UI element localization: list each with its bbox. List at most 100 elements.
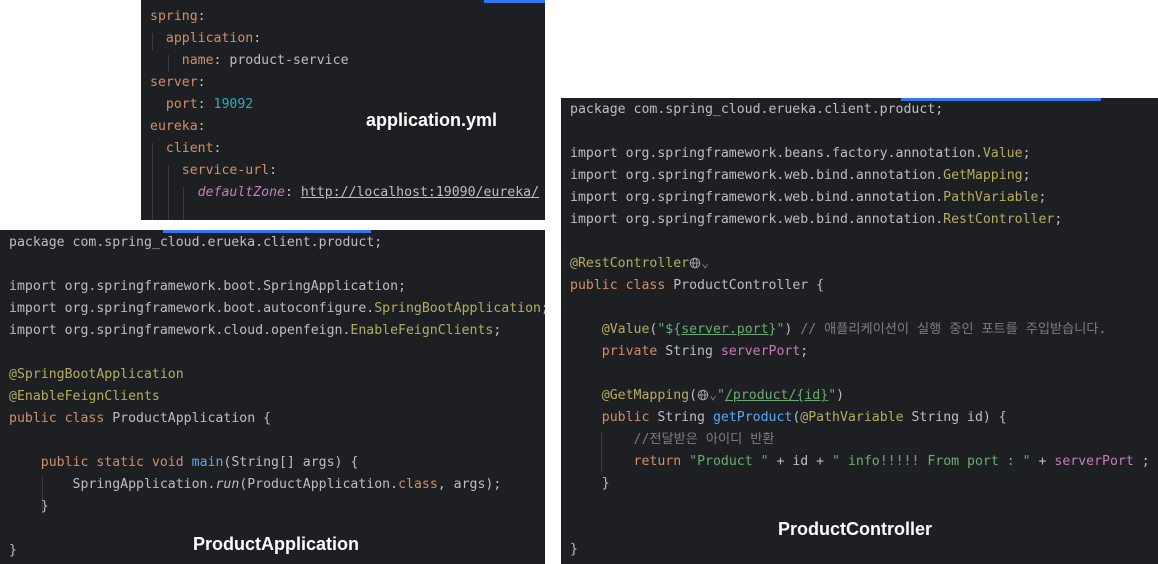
code-token: ;: [541, 301, 545, 316]
code-line: @RestController ⌄: [570, 253, 709, 275]
code-token: private: [601, 344, 658, 359]
code-token: PathVariable: [943, 190, 1039, 205]
code-line: server:: [150, 72, 206, 94]
controller-code-panel[interactable]: package com.spring_cloud.erueka.client.p…: [561, 98, 1158, 564]
code-token: :: [269, 163, 278, 178]
code-line: import org.springframework.boot.SpringAp…: [9, 276, 406, 298]
code-line: package com.spring_cloud.erueka.client.p…: [9, 232, 382, 254]
code-token: + id +: [768, 454, 833, 469]
code-token: :: [197, 9, 206, 24]
code-token: }: [570, 542, 578, 557]
code-line: return "Product " + id + " info!!!!! Fro…: [570, 451, 1150, 473]
code-token: , args);: [437, 477, 502, 492]
code-token: import org.springframework.web.bind.anno…: [570, 212, 944, 227]
code-token: ": [828, 388, 837, 403]
code-token: class: [398, 477, 438, 492]
code-token: @Value: [601, 322, 650, 337]
code-token: eureka: [150, 119, 198, 134]
code-token: serverPort: [720, 344, 801, 359]
code-token: defaultZone: [197, 185, 285, 200]
code-line: @GetMapping(⌄"/product/{id}"): [570, 385, 844, 407]
code-token: run: [215, 477, 240, 492]
code-token: "${: [657, 322, 682, 337]
code-token: }: [9, 499, 49, 514]
code-token: :: [253, 31, 262, 46]
code-token: Value: [982, 146, 1023, 161]
code-line: @SpringBootApplication: [9, 364, 184, 386]
code-line: import org.springframework.web.bind.anno…: [570, 187, 1046, 209]
code-token: package com.spring_cloud.erueka.client.p…: [9, 235, 383, 250]
code-token: import org.springframework.web.bind.anno…: [570, 190, 944, 205]
code-token: :: [213, 141, 222, 156]
application-code-panel[interactable]: package com.spring_cloud.erueka.client.p…: [0, 230, 545, 564]
code-token: :: [284, 185, 301, 200]
code-token: ;: [1054, 212, 1063, 227]
code-token: String id) {: [903, 410, 1007, 425]
code-token: @GetMapping: [601, 388, 690, 403]
code-line: //전달받은 아이디 반환: [570, 429, 775, 451]
code-token: String: [649, 410, 713, 425]
code-token: ;: [1022, 146, 1031, 161]
globe-icon[interactable]: [689, 257, 701, 269]
code-token: application: [150, 31, 254, 46]
code-token: import org.springframework.beans.factory…: [570, 146, 983, 161]
code-line: private String serverPort;: [570, 341, 808, 363]
code-lines[interactable]: package com.spring_cloud.erueka.client.p…: [9, 232, 545, 564]
code-token: import org.springframework.cloud.openfei…: [9, 323, 351, 338]
code-token: ;: [1133, 454, 1150, 469]
code-token: public: [601, 410, 650, 425]
code-token: ": [717, 388, 725, 403]
code-token: main: [191, 455, 224, 470]
code-token: http://localhost:19090/eureka/: [300, 185, 540, 200]
code-token: import org.springframework.web.bind.anno…: [570, 168, 944, 183]
code-token: getProduct: [712, 410, 793, 425]
code-token: server.port: [681, 322, 769, 337]
code-token: @RestController: [570, 256, 690, 271]
code-token: return: [633, 454, 682, 469]
code-token: client: [150, 141, 214, 156]
file-label: ProductApplication: [193, 534, 359, 554]
code-token: " info!!!!! From port : ": [832, 454, 1031, 469]
file-label: application.yml: [366, 110, 498, 130]
code-token: :: [197, 119, 206, 134]
code-line: }: [570, 539, 578, 561]
code-token: ;: [800, 344, 809, 359]
code-token: // 애플리케이션이 실행 중인 포트를 주입받습니다.: [800, 322, 1107, 337]
code-token: String: [657, 344, 721, 359]
code-line: @EnableFeignClients: [9, 386, 160, 408]
code-line: eureka:: [150, 116, 206, 138]
code-token: }: [570, 476, 610, 491]
yaml-code-panel[interactable]: spring: application: name: product-servi…: [141, 0, 545, 220]
code-token: SpringBootApplication: [374, 301, 541, 316]
code-token: @PathVariable: [800, 410, 904, 425]
code-line: import org.springframework.boot.autoconf…: [9, 298, 545, 320]
code-token: SpringApplication.: [9, 477, 216, 492]
code-token: }: [9, 543, 17, 558]
tab-indicator: [484, 0, 545, 3]
code-token: :: [197, 75, 206, 90]
code-line: public class ProductController {: [570, 275, 824, 297]
code-line: application:: [150, 28, 261, 50]
code-line: }: [9, 496, 49, 518]
code-token: @SpringBootApplication: [9, 367, 184, 382]
code-line: }: [9, 540, 17, 562]
code-token: ;: [1038, 190, 1047, 205]
code-line: defaultZone: http://localhost:19090/eure…: [150, 182, 539, 204]
code-line: service-url:: [150, 160, 277, 182]
code-token: ;: [493, 323, 502, 338]
code-token: service-url: [150, 163, 270, 178]
code-token: //전달받은 아이디 반환: [633, 432, 775, 447]
code-token: port: [150, 97, 198, 112]
code-token: ;: [1022, 168, 1031, 183]
globe-icon[interactable]: [697, 389, 709, 401]
code-line: import org.springframework.cloud.openfei…: [9, 320, 501, 342]
code-lines[interactable]: package com.spring_cloud.erueka.client.p…: [570, 99, 1158, 564]
